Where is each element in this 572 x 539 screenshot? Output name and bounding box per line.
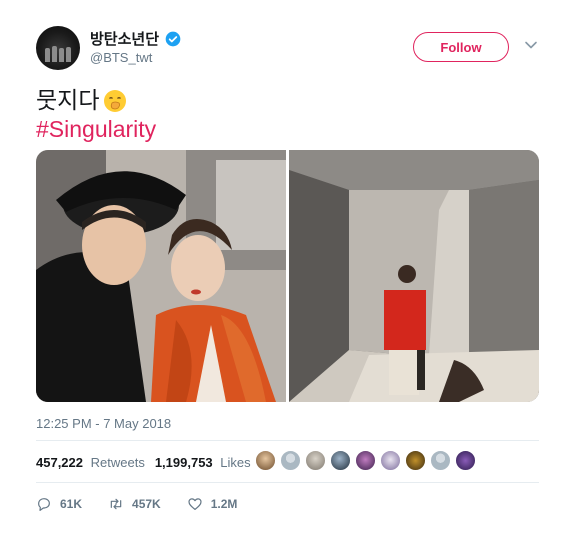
liker-avatar[interactable]	[330, 450, 351, 471]
reply-button[interactable]: 61K	[36, 496, 82, 512]
likes-stat[interactable]: 1,199,753 Likes	[155, 455, 251, 470]
tweet-text: 뭇지다 #Singularity	[36, 86, 156, 144]
tweet-card: 방탄소년단 @BTS_twt Follow 뭇지다 #Singularity 1…	[0, 0, 572, 539]
reply-icon	[38, 498, 50, 511]
likes-count: 1,199,753	[154, 455, 213, 470]
timestamp[interactable]: 12:25 PM - 7 May 2018	[36, 416, 171, 431]
divider	[36, 440, 539, 441]
like-count: 1.2M	[210, 497, 238, 511]
verified-badge-icon	[165, 31, 181, 46]
author-name-row: 방탄소년단	[90, 28, 181, 49]
engagement-stats: 457,222 Retweets 1,199,753 Likes	[36, 455, 251, 470]
liker-avatars	[255, 450, 476, 471]
retweets-label: Retweets	[90, 455, 145, 470]
liker-avatar[interactable]	[305, 450, 326, 471]
liker-avatar[interactable]	[255, 450, 276, 471]
retweets-stat[interactable]: 457,222 Retweets	[36, 455, 145, 470]
avatar[interactable]	[36, 26, 80, 70]
retweet-count: 457K	[132, 497, 161, 511]
retweet-button[interactable]: 457K	[108, 496, 161, 512]
likes-label: Likes	[220, 455, 251, 470]
media-grid[interactable]	[36, 150, 539, 402]
chevron-down-icon[interactable]	[524, 38, 538, 52]
heart-icon	[188, 498, 202, 510]
handle[interactable]: @BTS_twt	[90, 50, 152, 65]
photo-selfie[interactable]	[36, 150, 286, 402]
retweet-icon	[110, 498, 122, 510]
like-button[interactable]: 1.2M	[187, 496, 238, 512]
reply-count: 61K	[60, 497, 83, 511]
tweet-text-line: 뭇지다	[36, 87, 100, 113]
liker-avatar[interactable]	[380, 450, 401, 471]
liker-avatar[interactable]	[430, 450, 451, 471]
hand-over-mouth-emoji-icon	[104, 89, 127, 112]
liker-avatar[interactable]	[280, 450, 301, 471]
hashtag-link[interactable]: #Singularity	[36, 115, 156, 144]
liker-avatar[interactable]	[405, 450, 426, 471]
retweets-count: 457,222	[36, 455, 83, 470]
follow-button[interactable]: Follow	[413, 32, 509, 62]
divider	[36, 482, 539, 483]
liker-avatar[interactable]	[455, 450, 476, 471]
liker-avatar[interactable]	[355, 450, 376, 471]
tweet-actions: 61K 457K 1.2M	[36, 496, 263, 512]
display-name[interactable]: 방탄소년단	[90, 28, 159, 49]
photo-concrete-room[interactable]	[289, 150, 539, 402]
